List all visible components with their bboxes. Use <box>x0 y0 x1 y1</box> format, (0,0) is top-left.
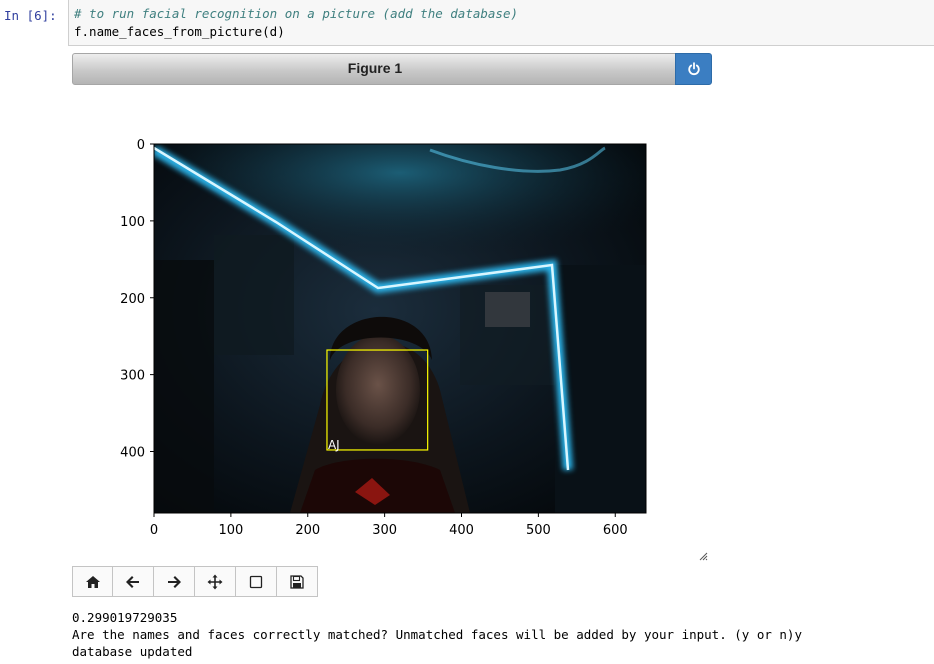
home-button[interactable] <box>72 566 113 597</box>
output-value: 0.299019729035 <box>72 610 178 625</box>
save-icon <box>290 574 304 589</box>
y-axis: 0 100 200 300 400 <box>120 138 154 461</box>
zoom-button[interactable] <box>236 566 277 597</box>
pan-button[interactable] <box>195 566 236 597</box>
x-tick-label: 400 <box>449 523 474 538</box>
back-button[interactable] <box>113 566 154 597</box>
figure-toolbar <box>72 566 318 598</box>
x-tick-label: 100 <box>218 523 243 538</box>
y-tick-label: 0 <box>137 138 145 153</box>
move-icon <box>207 574 223 589</box>
x-tick-label: 600 <box>603 523 628 538</box>
y-tick-label: 300 <box>120 369 145 384</box>
figure-canvas[interactable]: 0 100 200 300 400 500 600 0 100 200 300 400 AJ <box>0 0 934 560</box>
face-label: AJ <box>328 438 340 452</box>
y-tick-label: 400 <box>120 446 145 461</box>
x-tick-label: 300 <box>372 523 397 538</box>
zoom-rect-icon <box>249 575 263 588</box>
home-icon <box>85 575 100 588</box>
save-button[interactable] <box>277 566 318 597</box>
output-status: database updated <box>72 644 193 659</box>
x-tick-label: 0 <box>150 523 158 538</box>
x-tick-label: 500 <box>526 523 551 538</box>
forward-arrow-icon <box>168 575 181 588</box>
forward-button[interactable] <box>154 566 195 597</box>
y-tick-label: 200 <box>120 292 145 307</box>
x-axis: 0 100 200 300 400 500 600 <box>150 513 628 538</box>
resize-handle[interactable] <box>699 552 708 561</box>
output-prompt: Are the names and faces correctly matche… <box>72 627 802 642</box>
x-tick-label: 200 <box>295 523 320 538</box>
y-tick-label: 100 <box>120 215 145 230</box>
back-arrow-icon <box>126 575 139 588</box>
webcam-image <box>154 144 646 513</box>
